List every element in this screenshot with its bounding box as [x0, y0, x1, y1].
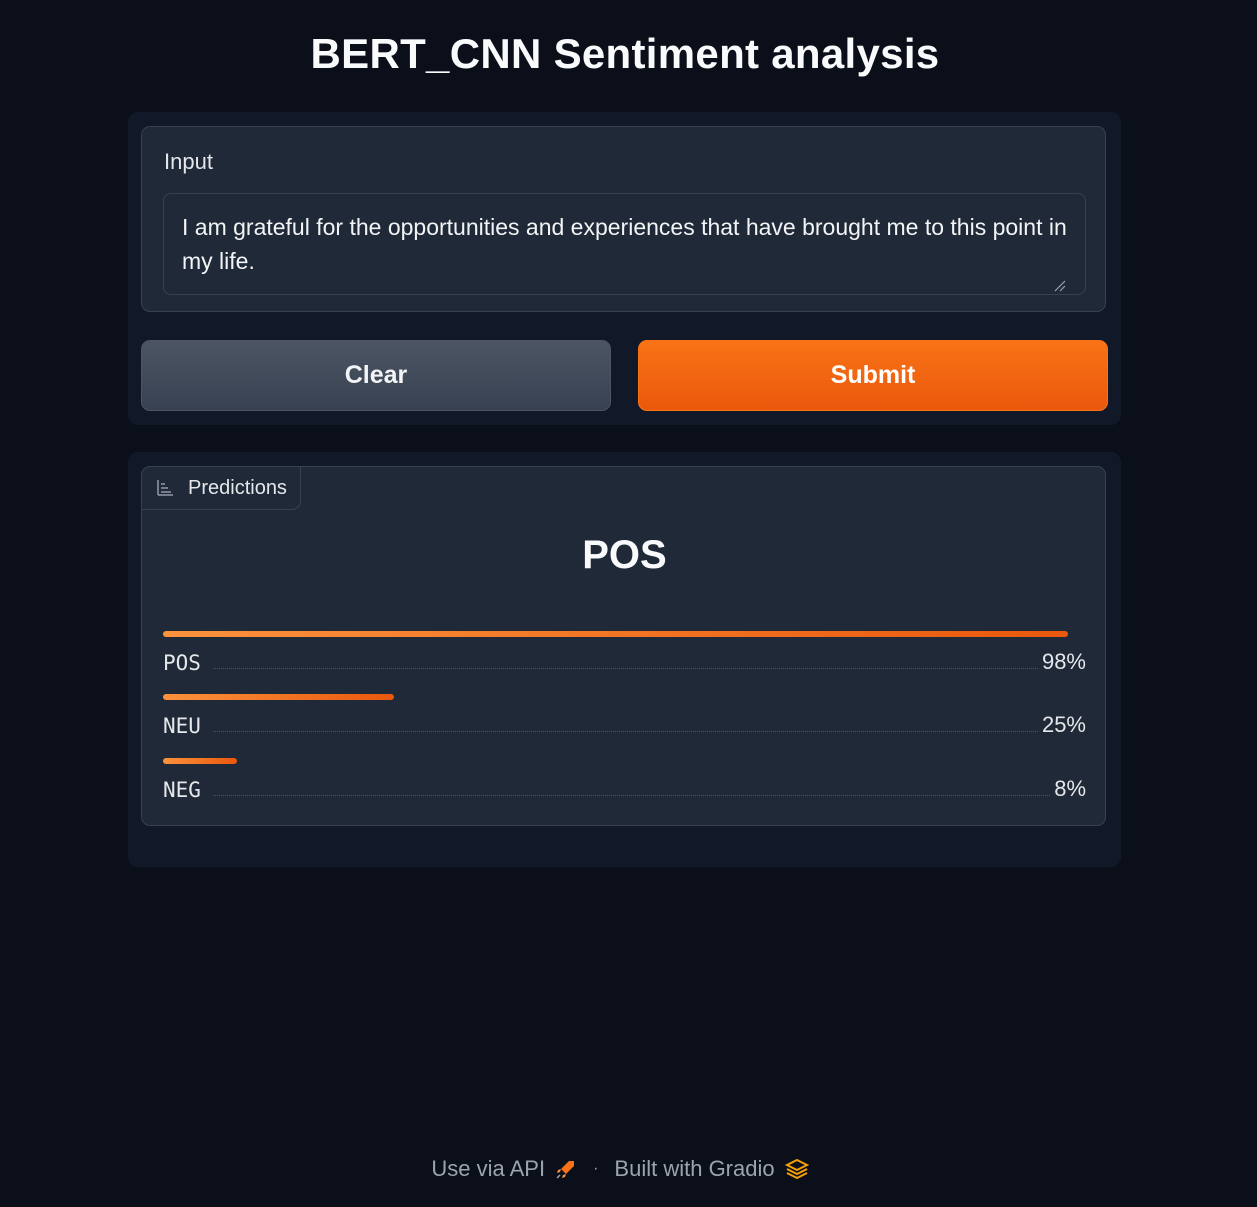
predictions-block: Predictions POS POS 98% NEU 25% NEG 8% — [141, 466, 1106, 826]
app-title: BERT_CNN Sentiment analysis — [310, 30, 940, 77]
footer-separator: · — [593, 1160, 599, 1177]
resize-handle-icon[interactable] — [1054, 280, 1066, 292]
page: BERT_CNN Sentiment analysis Input I am g… — [0, 0, 1257, 1207]
confidence-label: POS — [163, 651, 201, 675]
top-prediction-label: POS — [582, 533, 667, 577]
dotted-leader — [212, 668, 1038, 669]
input-textarea[interactable]: I am grateful for the opportunities and … — [163, 193, 1086, 295]
confidence-row[interactable]: NEU 25% — [163, 694, 1086, 744]
gradio-logo-icon — [784, 1158, 809, 1180]
confidence-label: NEG — [163, 778, 201, 802]
submit-button[interactable]: Submit — [638, 340, 1108, 411]
input-label: Input — [164, 149, 213, 174]
confidence-row[interactable]: POS 98% — [163, 631, 1086, 681]
confidence-value: 98% — [1041, 649, 1086, 674]
built-with-gradio-label: Built with Gradio — [614, 1156, 775, 1181]
clear-button[interactable]: Clear — [141, 340, 611, 411]
output-panel: Predictions POS POS 98% NEU 25% NEG 8% — [128, 452, 1121, 867]
confidence-bar — [163, 631, 1068, 637]
confidence-value: 25% — [1041, 712, 1086, 737]
use-via-api-label: Use via API — [431, 1156, 546, 1181]
predictions-tab: Predictions — [141, 466, 301, 510]
built-with-gradio-link[interactable]: Built with Gradio — [614, 1156, 809, 1182]
input-block: Input I am grateful for the opportunitie… — [141, 126, 1106, 312]
confidence-bar — [163, 758, 237, 764]
dotted-leader — [212, 795, 1051, 796]
confidence-value: 8% — [1054, 776, 1086, 801]
dotted-leader — [212, 731, 1038, 732]
input-panel: Input I am grateful for the opportunitie… — [128, 112, 1121, 425]
confidence-label: NEU — [163, 714, 201, 738]
predictions-tab-label: Predictions — [188, 476, 287, 499]
bar-chart-icon — [157, 480, 173, 496]
rocket-icon — [556, 1161, 575, 1179]
footer: Use via API · Built with Gradio — [0, 1156, 1240, 1182]
use-via-api-link[interactable]: Use via API — [431, 1156, 577, 1182]
confidence-bar — [163, 694, 394, 700]
confidence-row[interactable]: NEG 8% — [163, 758, 1086, 808]
